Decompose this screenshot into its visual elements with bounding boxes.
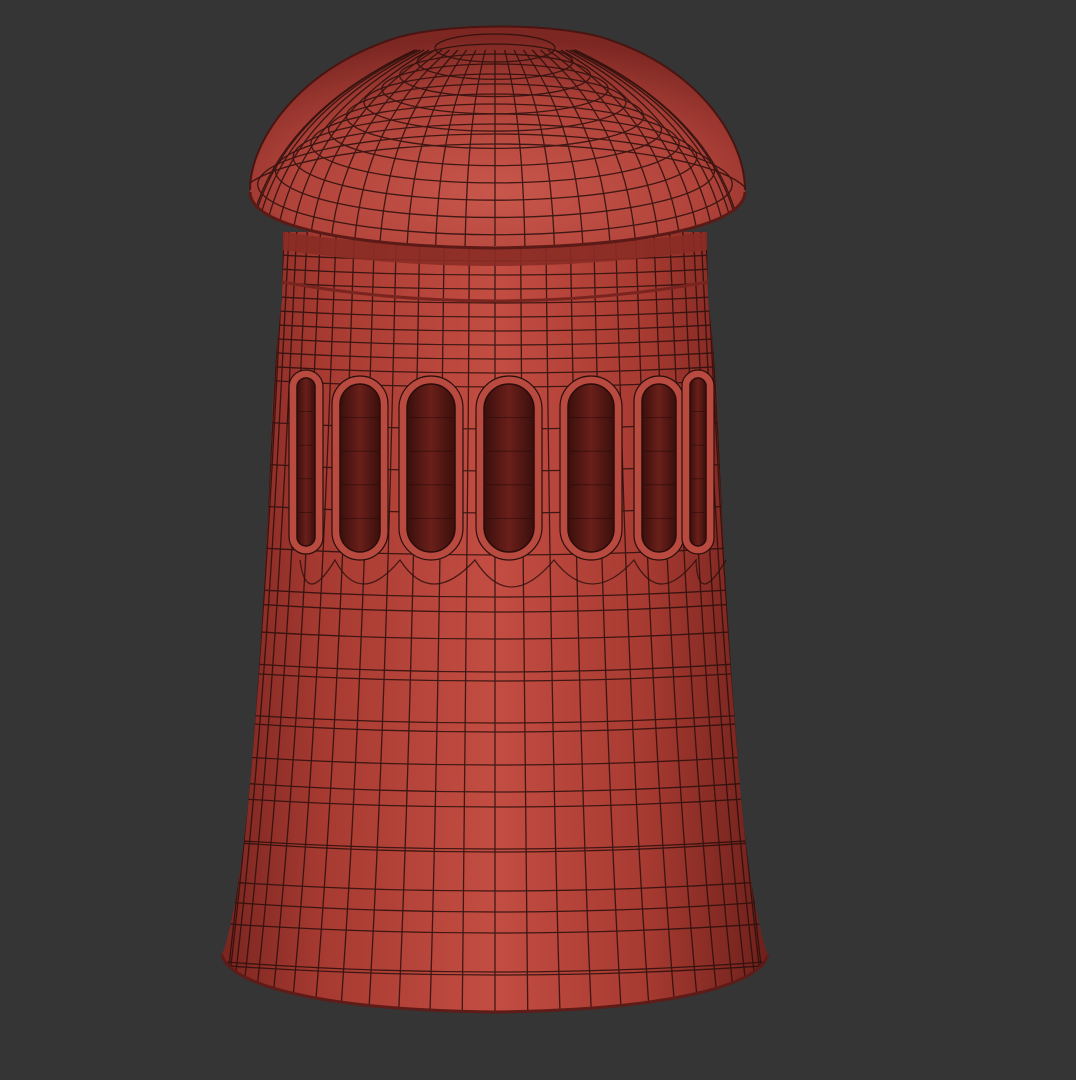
chimney-cowl-model bbox=[220, 25, 770, 1014]
vent-windows bbox=[288, 369, 715, 561]
window-opening bbox=[296, 377, 316, 547]
3d-viewport[interactable] bbox=[0, 0, 1076, 1080]
window-opening bbox=[406, 383, 456, 553]
window-opening bbox=[339, 383, 381, 553]
window-opening bbox=[689, 377, 707, 547]
window-opening bbox=[641, 383, 677, 553]
window-opening bbox=[567, 383, 615, 553]
window-opening bbox=[483, 383, 535, 553]
chimney-cowl-render bbox=[0, 0, 1076, 1080]
